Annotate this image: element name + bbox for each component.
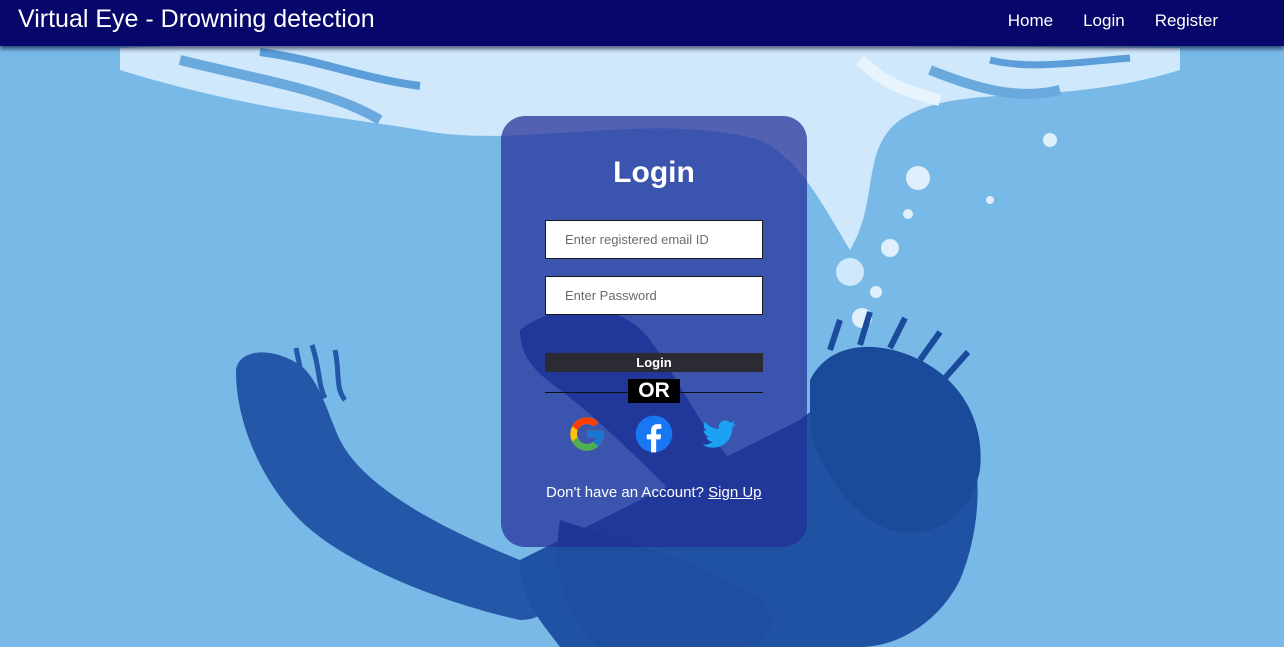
nav-link-register[interactable]: Register [1155, 11, 1218, 31]
twitter-icon[interactable] [699, 414, 739, 454]
page: Virtual Eye - Drowning detection Home Lo… [0, 0, 1284, 647]
signup-prompt-line: Don't have an Account? Sign Up [546, 484, 762, 501]
facebook-icon[interactable] [634, 414, 674, 454]
or-label: OR [628, 379, 680, 403]
email-field[interactable] [545, 220, 763, 259]
nav-link-home[interactable]: Home [1008, 11, 1053, 31]
login-title: Login [613, 156, 695, 189]
login-button[interactable]: Login [545, 353, 763, 372]
login-card: Login Login OR Don't hav [501, 116, 807, 547]
password-field[interactable] [545, 276, 763, 315]
social-login-row [567, 414, 743, 454]
google-icon[interactable] [567, 414, 607, 454]
nav-links: Home Login Register [1008, 11, 1218, 31]
signup-link[interactable]: Sign Up [708, 484, 761, 501]
brand-title: Virtual Eye - Drowning detection [18, 5, 375, 33]
signup-prompt-text: Don't have an Account? [546, 484, 704, 501]
nav-link-login[interactable]: Login [1083, 11, 1125, 31]
navbar: Virtual Eye - Drowning detection Home Lo… [0, 0, 1284, 46]
